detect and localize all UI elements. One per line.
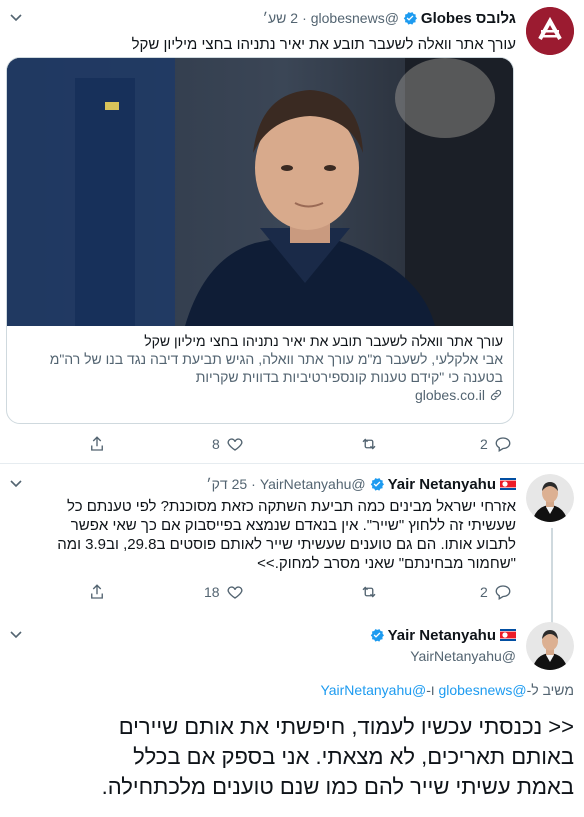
link-icon bbox=[490, 389, 502, 401]
tweet-yair-1[interactable]: Yair Netanyahu @YairNetanyahu · 25 דק׳ א… bbox=[0, 464, 584, 624]
share-icon bbox=[91, 584, 103, 599]
replying-to: משיב ל-@globesnews ו-@YairNetanyahu bbox=[320, 682, 574, 698]
reply-icon bbox=[495, 585, 511, 600]
avatar[interactable] bbox=[526, 622, 574, 670]
author-handle[interactable]: @globesnews bbox=[311, 10, 399, 26]
retweet-icon bbox=[362, 586, 376, 598]
like-icon bbox=[227, 586, 243, 599]
verified-badge-icon bbox=[370, 478, 384, 491]
author-name[interactable]: Yair Netanyahu bbox=[388, 476, 496, 493]
share-icon bbox=[91, 436, 103, 451]
avatar[interactable] bbox=[526, 474, 574, 522]
author-handle[interactable]: @YairNetanyahu bbox=[8, 648, 516, 664]
focused-tweet-text: << נכנסתי עכשיו לעמוד, חיפשתי את אותם שי… bbox=[8, 712, 574, 802]
tweet-text-line: שעשיתי זה ללחוץ "שייר". אין בנאדם שנמצא … bbox=[70, 517, 516, 534]
separator-dot: · bbox=[251, 476, 256, 492]
card-text: עורך אתר וואלה לשעבר תובע את יאיר נתניהו… bbox=[7, 326, 513, 412]
globes-logo-icon[interactable] bbox=[526, 7, 574, 55]
caret-icon[interactable] bbox=[8, 626, 24, 642]
author-name[interactable]: גלובס Globes bbox=[421, 10, 516, 27]
card-domain: globes.co.il bbox=[414, 387, 485, 403]
link-card[interactable]: עורך אתר וואלה לשעבר תובע את יאיר נתניהו… bbox=[6, 57, 514, 424]
tweet-text-line: << נכנסתי עכשיו לעמוד, חיפשתי את אותם שי… bbox=[118, 714, 574, 739]
card-image bbox=[7, 58, 513, 326]
retweet-button[interactable] bbox=[360, 583, 378, 601]
like-icon bbox=[227, 438, 243, 451]
reply-mention[interactable]: @globesnews bbox=[438, 682, 526, 698]
north-korea-flag-icon bbox=[500, 629, 516, 641]
card-title: עורך אתר וואלה לשעבר תובע את יאיר נתניהו… bbox=[144, 333, 503, 349]
tweet-text-line: אזרחי ישראל מבינים כמה תביעת השתקה כזאת … bbox=[67, 498, 516, 515]
reply-and: ו- bbox=[426, 682, 439, 698]
like-count: 18 bbox=[204, 584, 220, 600]
author-name[interactable]: Yair Netanyahu bbox=[388, 627, 496, 644]
retweet-icon bbox=[362, 438, 376, 450]
like-button[interactable]: 18 bbox=[198, 583, 244, 601]
like-button[interactable]: 8 bbox=[206, 435, 244, 453]
share-button[interactable] bbox=[88, 583, 106, 601]
reply-button[interactable]: 2 bbox=[474, 583, 512, 601]
tweet-text: אזרחי ישראל מבינים כמה תביעת השתקה כזאת … bbox=[8, 497, 516, 573]
reply-count: 2 bbox=[480, 436, 488, 452]
tweet-header: גלובס Globes @globesnews · 2 שע׳ bbox=[8, 9, 516, 27]
card-description: אבי אלקלעי, לשעבר מ"מ עורך אתר וואלה, הג… bbox=[49, 351, 503, 385]
verified-badge-icon bbox=[403, 12, 417, 25]
tweet-time[interactable]: 25 דק׳ bbox=[206, 476, 247, 492]
tweet-header: Yair Netanyahu @YairNetanyahu · 25 דק׳ bbox=[8, 475, 516, 493]
reply-prefix: משיב ל- bbox=[526, 682, 574, 698]
card-domain-row: globes.co.il bbox=[17, 386, 503, 404]
tweet-actions: 18 2 bbox=[88, 583, 518, 603]
share-button[interactable] bbox=[88, 435, 106, 453]
tweet-time[interactable]: 2 שע׳ bbox=[263, 10, 298, 26]
tweet-globes[interactable]: גלובס Globes @globesnews · 2 שע׳ עורך את… bbox=[0, 0, 584, 462]
north-korea-flag-icon bbox=[500, 478, 516, 490]
reply-count: 2 bbox=[480, 584, 488, 600]
tweet-text-line: לתבוע אותו. הם גם טוענים שעשיתי שייר לאו… bbox=[57, 536, 516, 553]
thread-line bbox=[551, 528, 553, 624]
verified-badge-icon bbox=[370, 629, 384, 642]
tweet-text-line: באותם תאריכים, לא מצאתי. אני בספק אם בכל… bbox=[133, 744, 574, 769]
author-handle[interactable]: @YairNetanyahu bbox=[260, 476, 366, 492]
caret-icon[interactable] bbox=[8, 9, 24, 25]
tweet-text-line: "שחמור מבחינתם" שאני מסרב למחוק.>> bbox=[257, 555, 516, 572]
tweet-header: Yair Netanyahu bbox=[8, 626, 516, 644]
caret-icon[interactable] bbox=[8, 475, 24, 491]
tweet-text: עורך אתר וואלה לשעבר תובע את יאיר נתניהו… bbox=[131, 36, 516, 53]
tweet-text-line: באמת עשיתי שייר להם כמו שנם טוענים מלכתח… bbox=[101, 774, 574, 799]
like-count: 8 bbox=[212, 436, 220, 452]
reply-mention[interactable]: @YairNetanyahu bbox=[320, 682, 426, 698]
tweet-actions: 8 2 bbox=[88, 435, 518, 455]
reply-icon bbox=[495, 437, 511, 452]
reply-button[interactable]: 2 bbox=[474, 435, 512, 453]
separator-dot: · bbox=[302, 10, 307, 26]
retweet-button[interactable] bbox=[360, 435, 378, 453]
